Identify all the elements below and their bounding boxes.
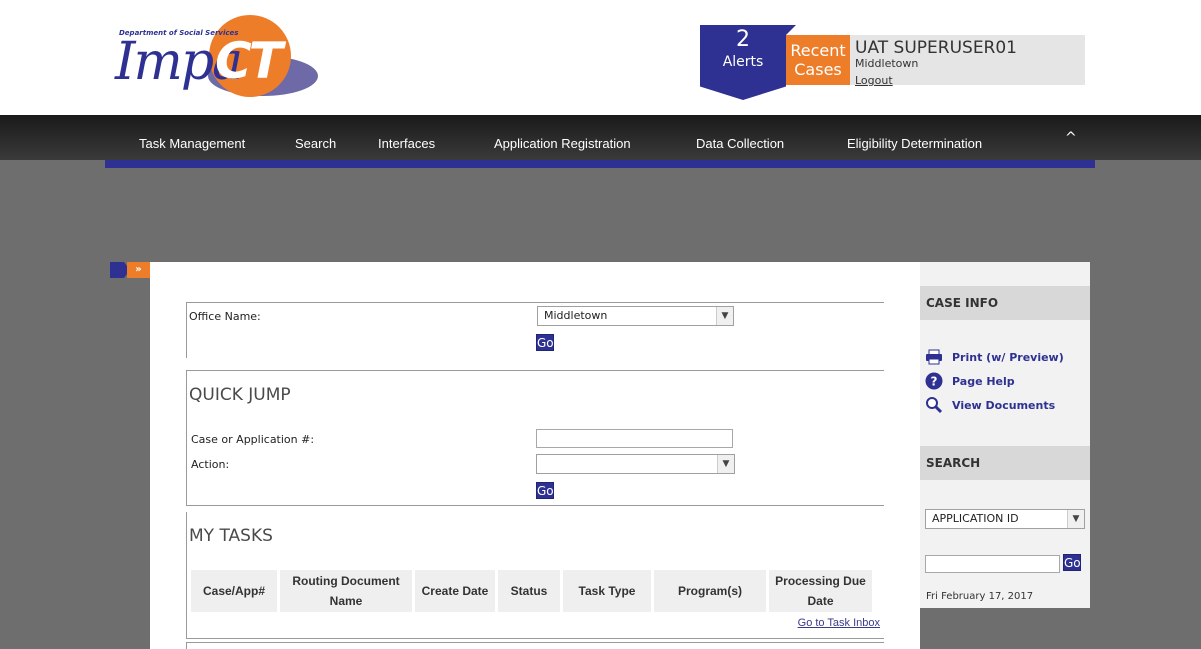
user-info: UAT SUPERUSER01 Middletown Logout — [850, 35, 1085, 88]
case-number-input[interactable] — [536, 429, 733, 448]
my-tasks-title: MY TASKS — [189, 526, 273, 546]
user-office: Middletown — [855, 57, 919, 70]
tasks-table-header: Case/App# Routing Document Name Create D… — [191, 570, 881, 612]
nav-collapse-icon[interactable]: ^ — [1065, 130, 1077, 146]
office-section: Office Name: Middletown ▼ Go — [186, 302, 884, 358]
nav-search[interactable]: Search — [295, 136, 336, 151]
chevron-down-icon: ▼ — [716, 307, 733, 325]
case-info-heading: CASE INFO — [920, 286, 1090, 320]
office-go-button[interactable]: Go — [536, 334, 554, 351]
nav-accent-bar — [105, 160, 1095, 168]
search-go-button[interactable]: Go — [1063, 554, 1081, 571]
action-label: Action: — [191, 458, 230, 471]
user-name: UAT SUPERUSER01 — [855, 38, 1017, 58]
page-help-link[interactable]: ? Page Help — [924, 372, 1015, 390]
view-documents-link[interactable]: View Documents — [924, 396, 1055, 414]
col-task-type[interactable]: Task Type — [563, 570, 651, 612]
recent-cases-line2: Cases — [794, 60, 842, 79]
recent-cases-button[interactable]: Recent Cases — [786, 35, 850, 85]
main-nav: Task Management Search Interfaces Applic… — [0, 115, 1201, 160]
nav-task-management[interactable]: Task Management — [139, 136, 245, 151]
svg-text:?: ? — [931, 375, 938, 389]
current-date: Fri February 17, 2017 — [926, 591, 1034, 602]
case-number-label: Case or Application #: — [191, 433, 315, 446]
help-icon: ? — [924, 372, 944, 390]
recent-cases-line1: Recent — [790, 41, 846, 60]
action-select[interactable]: ▼ — [536, 454, 735, 474]
search-type-select[interactable]: APPLICATION ID ▼ — [925, 509, 1085, 529]
col-create-date[interactable]: Create Date — [415, 570, 495, 612]
search-heading: SEARCH — [920, 446, 1090, 480]
chevron-down-icon: ▼ — [717, 455, 734, 473]
col-case-app[interactable]: Case/App# — [191, 570, 277, 612]
impact-logo[interactable]: Department of Social Services Impa CT — [113, 12, 323, 102]
alerts-count: 2 — [736, 27, 750, 52]
quick-jump-section: QUICK JUMP Case or Application #: Action… — [186, 370, 884, 506]
print-link-label: Print (w/ Preview) — [952, 350, 1064, 364]
col-status[interactable]: Status — [498, 570, 560, 612]
main-panel: Office Name: Middletown ▼ Go QUICK JUMP … — [150, 262, 920, 649]
header: Department of Social Services Impa CT 2 … — [0, 0, 1201, 115]
alerts-badge[interactable]: 2 Alerts — [700, 25, 796, 100]
magnifier-icon — [924, 396, 944, 414]
search-input[interactable] — [925, 555, 1060, 573]
col-programs[interactable]: Program(s) — [654, 570, 766, 612]
nav-eligibility-determination[interactable]: Eligibility Determination — [847, 136, 982, 151]
quick-jump-go-button[interactable]: Go — [536, 482, 554, 499]
view-documents-label: View Documents — [952, 398, 1056, 412]
printer-icon — [924, 348, 944, 366]
nav-interfaces[interactable]: Interfaces — [378, 136, 435, 151]
search-type-value: APPLICATION ID — [932, 512, 1019, 525]
office-select-value: Middletown — [544, 309, 608, 322]
nav-application-registration[interactable]: Application Registration — [494, 136, 631, 151]
page-help-label: Page Help — [952, 374, 1015, 388]
panel-toggle[interactable]: » — [110, 262, 150, 278]
col-processing-due-date[interactable]: Processing Due Date — [769, 570, 872, 612]
right-sidebar: CASE INFO Print (w/ Preview) ? Page Help… — [920, 262, 1090, 608]
expand-icon: » — [127, 262, 150, 278]
alerts-ribbon-fold — [786, 25, 796, 35]
office-select[interactable]: Middletown ▼ — [537, 306, 734, 326]
print-link[interactable]: Print (w/ Preview) — [924, 348, 1064, 366]
logo-brand-right: CT — [215, 32, 283, 90]
alerts-label: Alerts — [722, 54, 764, 70]
col-routing-document[interactable]: Routing Document Name — [280, 570, 412, 612]
quick-jump-title: QUICK JUMP — [189, 385, 291, 405]
nav-data-collection[interactable]: Data Collection — [696, 136, 784, 151]
my-tasks-section: MY TASKS Case/App# Routing Document Name… — [186, 512, 884, 639]
task-inbox-link[interactable]: Go to Task Inbox — [798, 617, 880, 629]
logout-link[interactable]: Logout — [855, 73, 893, 88]
office-name-label: Office Name: — [189, 310, 261, 323]
chevron-down-icon: ▼ — [1067, 510, 1084, 528]
next-section-edge — [186, 642, 884, 649]
